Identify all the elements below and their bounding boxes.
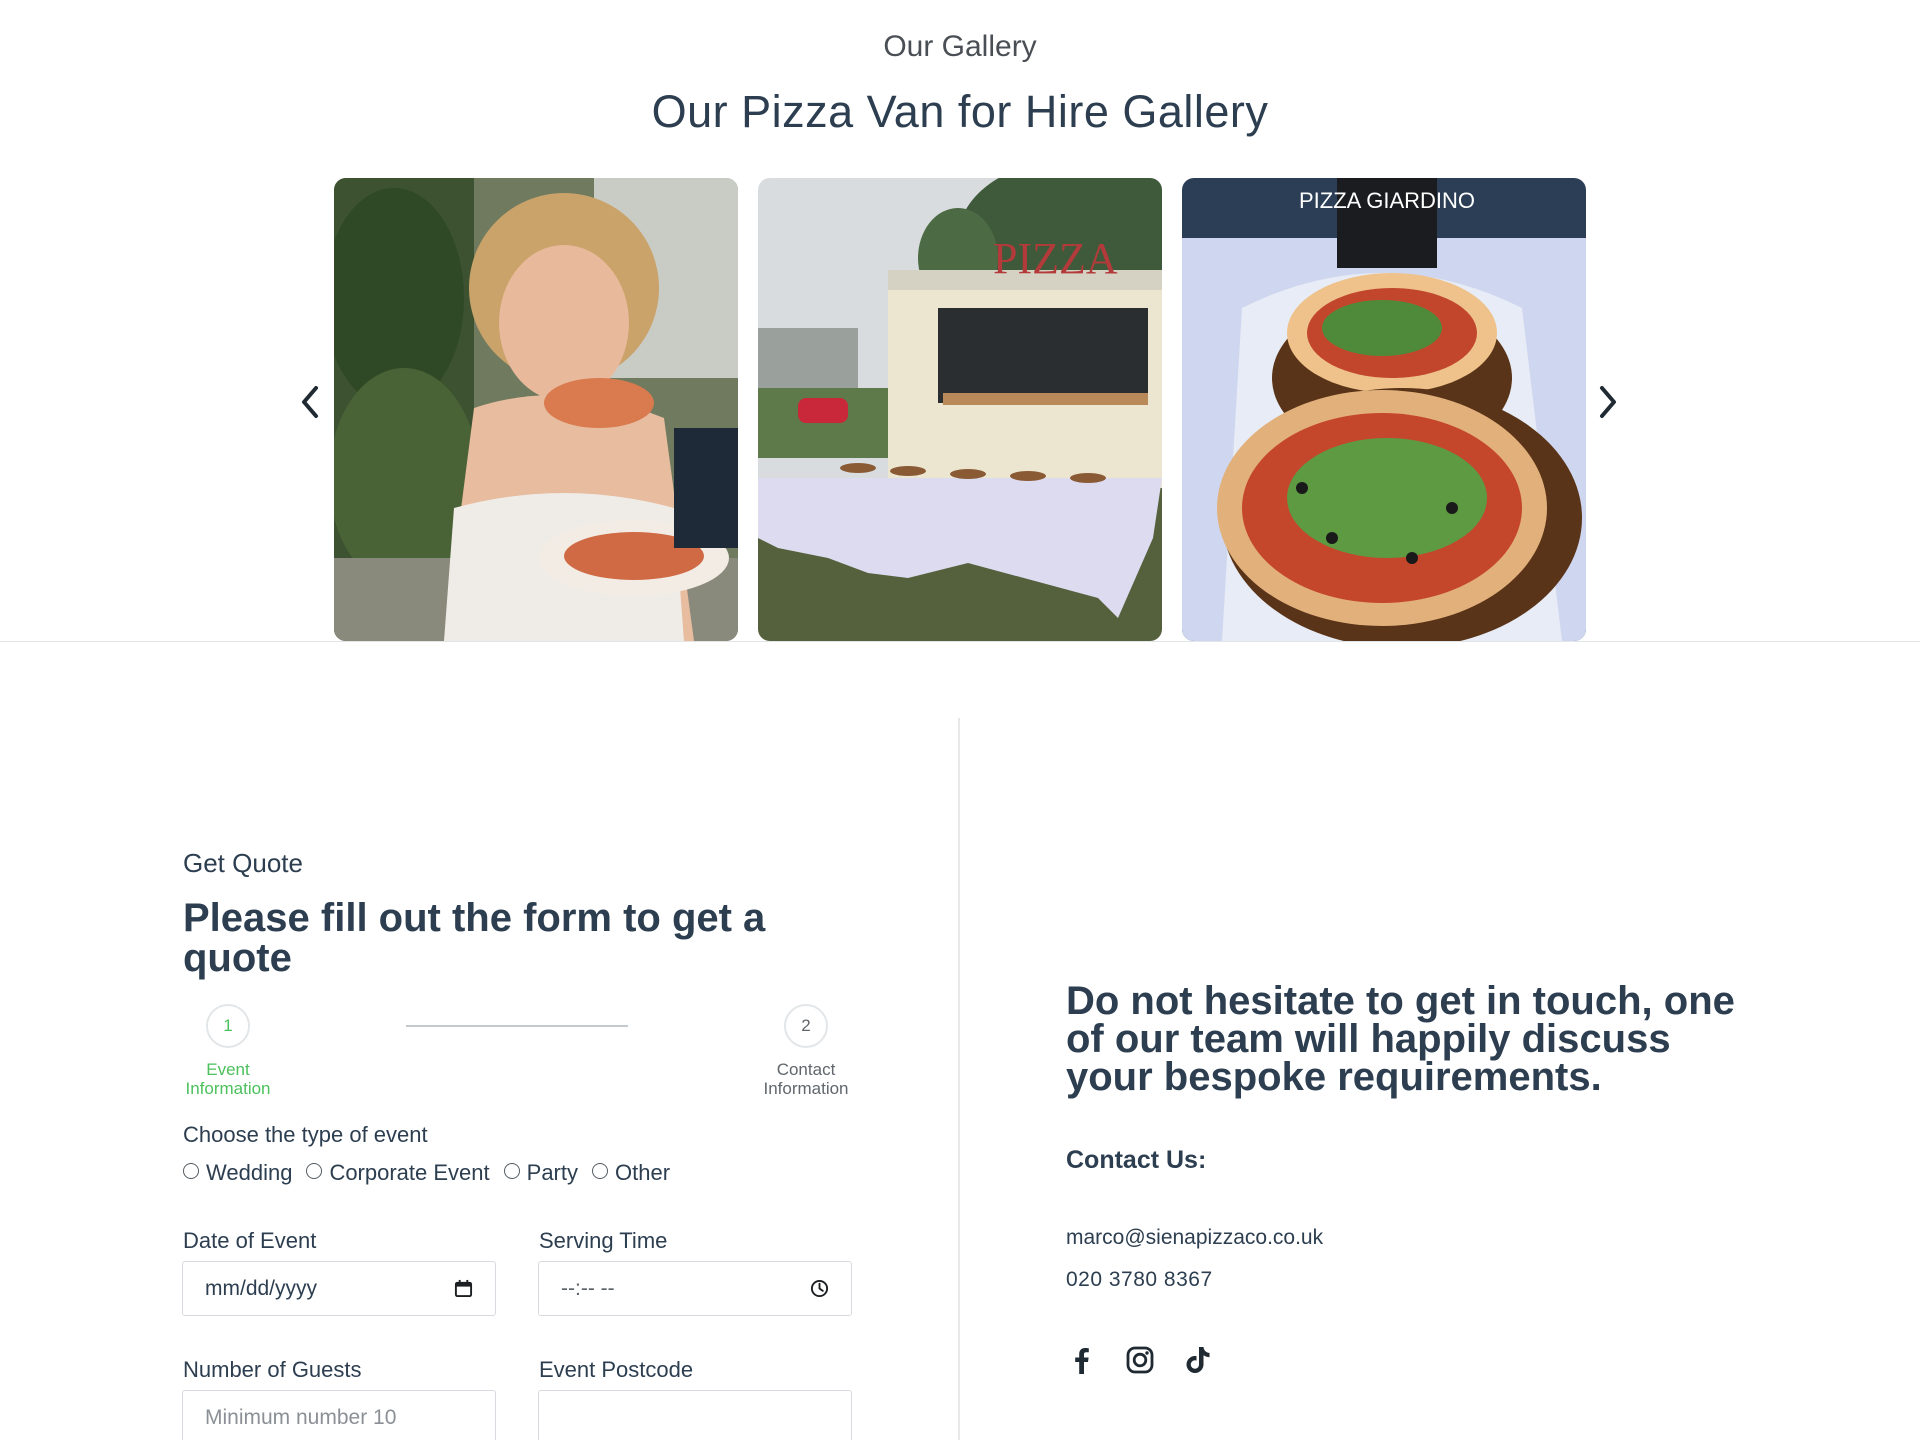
contact-email-link[interactable]: marco@sienapizzaco.co.uk	[1066, 1226, 1323, 1250]
step-1-indicator[interactable]: 1	[206, 1004, 250, 1048]
instagram-icon	[1126, 1346, 1154, 1374]
number-of-guests-label: Number of Guests	[183, 1357, 362, 1382]
quote-title: Please fill out the form to get a quote	[183, 896, 766, 980]
quote-eyebrow: Get Quote	[183, 848, 303, 878]
event-type-radio-group: Wedding Corporate Event Party Other	[183, 1160, 684, 1186]
event-postcode-label: Event Postcode	[539, 1357, 694, 1382]
radio-wedding[interactable]: Wedding	[183, 1160, 292, 1186]
step-connector-line	[406, 1025, 628, 1027]
pizza-van-at-event-photo: PIZZA	[758, 178, 1162, 641]
radio-corporate-event-label: Corporate Event	[329, 1160, 490, 1185]
contact-us-label: Contact Us:	[1066, 1146, 1207, 1174]
event-postcode-input[interactable]	[538, 1390, 852, 1440]
radio-circle[interactable]	[306, 1163, 323, 1179]
step-1-number: 1	[223, 1016, 233, 1035]
radio-circle[interactable]	[592, 1163, 608, 1179]
contact-heading: Do not hesitate to get in touch, one of …	[1066, 979, 1735, 1099]
calendar-icon[interactable]	[453, 1279, 473, 1299]
tiktok-link[interactable]	[1180, 1342, 1216, 1378]
step-2-indicator[interactable]: 2	[784, 1004, 828, 1048]
van-sign-text: PIZZA	[993, 234, 1118, 283]
tiktok-icon	[1186, 1347, 1210, 1373]
instagram-link[interactable]	[1122, 1342, 1158, 1378]
serving-time-value: --:-- --	[561, 1276, 615, 1300]
clock-icon[interactable]	[809, 1279, 829, 1299]
pizzas-on-boards-photo: PIZZA GIARDINO	[1182, 178, 1586, 641]
gallery-slide-1[interactable]	[334, 178, 738, 641]
radio-circle[interactable]	[503, 1163, 520, 1179]
chevron-left-icon	[302, 386, 318, 418]
date-of-event-value: mm/dd/yyyy	[205, 1276, 318, 1300]
carousel-next-button[interactable]	[1588, 382, 1628, 422]
facebook-link[interactable]	[1064, 1342, 1100, 1378]
serving-time-label: Serving Time	[539, 1228, 668, 1253]
radio-other-label: Other	[615, 1160, 671, 1185]
radio-circle[interactable]	[183, 1163, 199, 1179]
gallery-eyebrow: Our Gallery	[883, 30, 1037, 63]
radio-corporate-event[interactable]: Corporate Event	[306, 1160, 490, 1186]
step-1-label: Event Information	[185, 1060, 271, 1098]
chevron-right-icon	[1600, 386, 1616, 418]
number-of-guests-placeholder: Minimum number 10	[205, 1405, 397, 1429]
step-2-number: 2	[801, 1016, 811, 1035]
pizza-sign-text: PIZZA GIARDINO	[1299, 188, 1475, 213]
gallery-title: Our Pizza Van for Hire Gallery	[651, 86, 1269, 137]
bride-eating-pizza-photo	[334, 178, 738, 641]
radio-party-label: Party	[526, 1160, 578, 1185]
serving-time-input[interactable]: --:-- --	[538, 1261, 852, 1316]
date-of-event-input[interactable]: mm/dd/yyyy	[182, 1261, 496, 1316]
facebook-icon	[1075, 1348, 1089, 1374]
date-of-event-label: Date of Event	[183, 1228, 317, 1253]
radio-party[interactable]: Party	[503, 1160, 578, 1186]
column-divider	[958, 718, 960, 1440]
gallery-slide-2[interactable]: PIZZA	[758, 178, 1162, 641]
section-divider	[0, 641, 1920, 642]
carousel-prev-button[interactable]	[290, 382, 330, 422]
radio-wedding-label: Wedding	[206, 1160, 293, 1185]
number-of-guests-input[interactable]: Minimum number 10	[182, 1390, 496, 1440]
event-type-label: Choose the type of event	[183, 1122, 428, 1147]
contact-phone-link[interactable]: 020 3780 8367	[1066, 1268, 1213, 1292]
step-2-label: Contact Information	[763, 1060, 849, 1098]
gallery-slide-3[interactable]: PIZZA GIARDINO	[1182, 178, 1586, 641]
radio-other[interactable]: Other	[592, 1160, 670, 1186]
